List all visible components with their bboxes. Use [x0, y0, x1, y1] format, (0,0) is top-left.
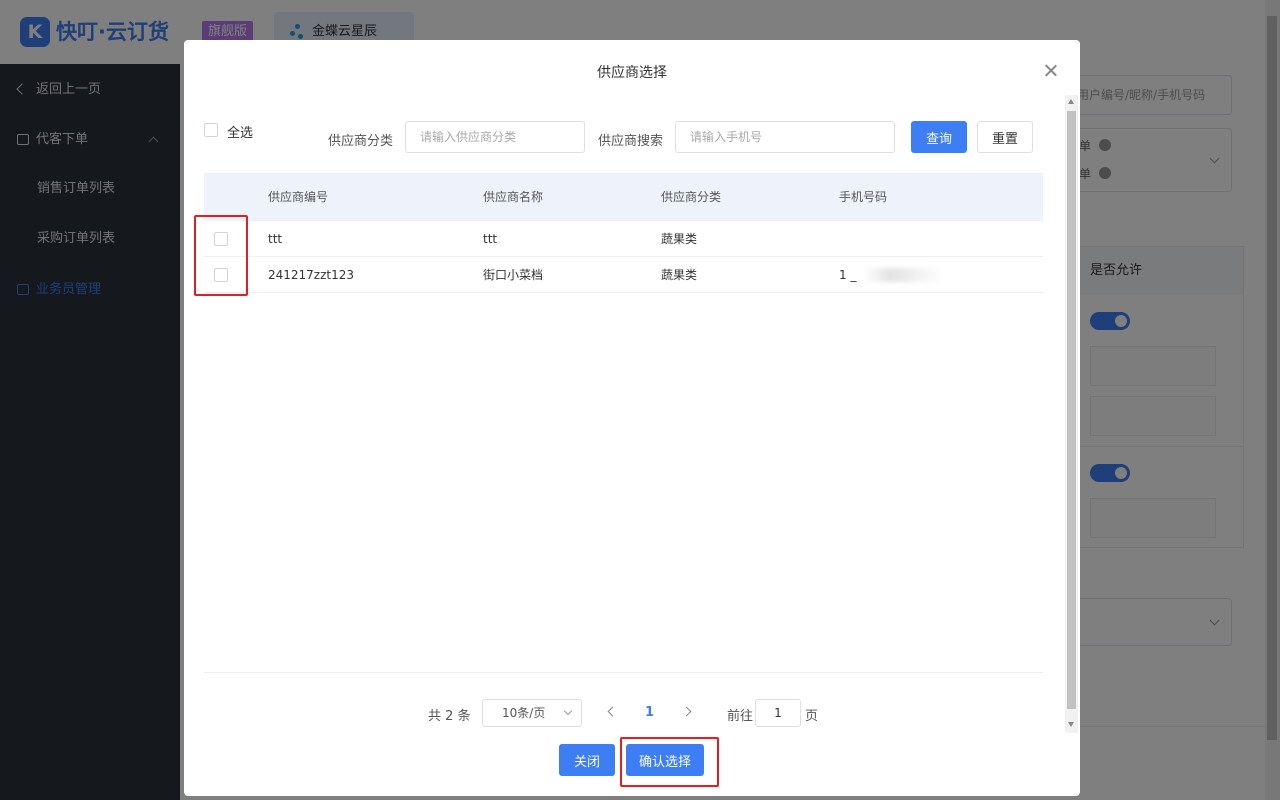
column-header-name: 供应商名称 — [483, 190, 544, 204]
confirm-select-button[interactable]: 确认选择 — [626, 744, 704, 776]
category-filter-label: 供应商分类 — [328, 134, 394, 149]
column-header-code: 供应商编号 — [268, 190, 329, 204]
page-size-select[interactable]: 10条/页 — [482, 699, 582, 727]
supplier-category: 蔬果类 — [661, 268, 698, 282]
dialog-title: 供应商选择 — [597, 65, 667, 81]
supplier-code: 241217zzt123 — [268, 268, 355, 282]
select-all-checkbox[interactable] — [204, 123, 218, 137]
category-filter-input[interactable] — [405, 121, 585, 153]
table-header: 供应商编号 供应商名称 供应商分类 手机号码 — [204, 173, 1043, 221]
table-row[interactable]: ttt ttt 蔬果类 — [204, 221, 1043, 257]
scroll-up-icon[interactable] — [1068, 99, 1074, 104]
close-icon[interactable] — [1043, 63, 1059, 79]
page-size-value: 10条/页 — [502, 706, 546, 720]
supplier-search-label: 供应商搜索 — [598, 134, 664, 149]
prev-page-icon[interactable] — [607, 706, 618, 717]
supplier-select-dialog: 供应商选择 全选 供应商分类 供应商搜索 查询 重置 供应商编号 供应商名称 供… — [184, 40, 1080, 796]
dialog-scrollbar-thumb[interactable] — [1067, 111, 1076, 709]
next-page-icon[interactable] — [681, 706, 692, 717]
supplier-name: ttt — [483, 232, 498, 246]
supplier-phone: 1 _ — [839, 268, 857, 282]
goto-page-input[interactable] — [755, 699, 801, 727]
phone-redaction — [864, 268, 944, 282]
query-button[interactable]: 查询 — [911, 121, 967, 153]
column-header-category: 供应商分类 — [661, 190, 722, 204]
pagination-total: 共 2 条 — [428, 709, 471, 724]
close-button[interactable]: 关闭 — [559, 744, 615, 776]
supplier-code: ttt — [268, 232, 283, 246]
supplier-name: 街口小菜档 — [483, 268, 544, 282]
chevron-down-icon — [563, 706, 573, 716]
reset-button[interactable]: 重置 — [977, 121, 1033, 153]
supplier-category: 蔬果类 — [661, 232, 698, 246]
table-row[interactable]: 241217zzt123 街口小菜档 蔬果类 1 _ — [204, 257, 1043, 293]
select-all-label: 全选 — [227, 126, 254, 141]
divider — [204, 672, 1043, 673]
supplier-search-input[interactable] — [675, 121, 895, 153]
column-header-phone: 手机号码 — [839, 190, 888, 204]
scroll-down-icon[interactable] — [1068, 722, 1074, 727]
row-checkbox[interactable] — [214, 232, 228, 246]
page-suffix: 页 — [805, 709, 819, 724]
row-checkbox[interactable] — [214, 268, 228, 282]
current-page[interactable]: 1 — [645, 705, 654, 720]
goto-label: 前往 — [727, 709, 754, 724]
